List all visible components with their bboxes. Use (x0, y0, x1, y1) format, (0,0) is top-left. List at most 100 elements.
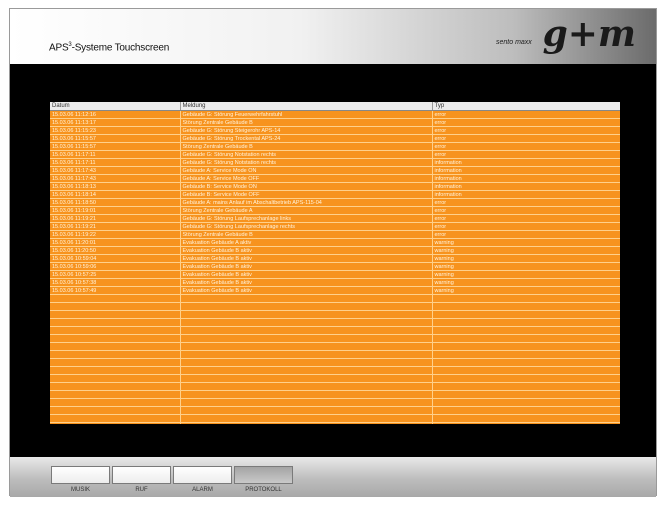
empty-cell (180, 366, 433, 375)
table-row[interactable]: 15.03.06 11:17:43 Gebäude A: Service Mode… (50, 174, 620, 183)
app-title-main: APS (49, 42, 69, 54)
cell-typ: warning (432, 246, 620, 255)
cell-datum: 15.03.06 11:19:21 (50, 214, 181, 223)
cell-datum: 15.03.06 11:18:14 (50, 190, 181, 199)
cell-datum: 15.03.06 11:17:11 (50, 158, 181, 167)
ruf-label: RUF (135, 487, 148, 493)
table-row-empty (50, 294, 620, 303)
cell-meldung: Gebäude A: Service Mode ON (180, 166, 433, 175)
footer-nav: MUSIK RUF ALARM PROTOKOLL (10, 457, 656, 497)
empty-cell (180, 390, 433, 399)
cell-datum: 15.03.06 11:20:01 (50, 238, 181, 247)
app-title: APS3-Systeme Touchscreen (49, 42, 169, 53)
empty-cell (432, 302, 620, 311)
protokoll-label: PROTOKOLL (245, 487, 282, 493)
table-row[interactable]: 15.03.06 11:19:01 Störung Zentrale Gebäud… (50, 206, 620, 215)
empty-cell (50, 342, 181, 351)
cell-datum: 15.03.06 11:19:21 (50, 222, 181, 231)
table-row[interactable]: 15.03.06 11:17:43 Gebäude A: Service Mode… (50, 166, 620, 175)
musik-button[interactable] (51, 466, 110, 484)
empty-cell (180, 382, 433, 391)
table-header-row: Datum Meldung Typ (50, 102, 620, 111)
alarm-button[interactable] (173, 466, 232, 484)
cell-datum: 15.03.06 11:18:50 (50, 198, 181, 207)
table-row[interactable]: 15.03.06 11:15:23 Gebäude G: Störung Stei… (50, 126, 620, 135)
protocol-table[interactable]: Datum Meldung Typ 15.03.06 11:12:16 Gebäu… (50, 102, 620, 424)
table-row[interactable]: 15.03.06 11:15:57 Störung Zentrale Gebäud… (50, 142, 620, 151)
table-row-empty (50, 334, 620, 343)
empty-cell (432, 366, 620, 375)
empty-cell (50, 374, 181, 383)
column-header-meldung[interactable]: Meldung (180, 102, 433, 111)
table-row-empty (50, 414, 620, 423)
empty-cell (50, 294, 181, 303)
empty-cell (50, 390, 181, 399)
table-row-empty (50, 350, 620, 359)
table-row-empty (50, 302, 620, 311)
cell-typ: warning (432, 238, 620, 247)
empty-cell (50, 406, 181, 415)
table-row[interactable]: 15.03.06 10:57:38 Evakuation Gebäude B ak… (50, 278, 620, 287)
empty-cell (432, 350, 620, 359)
table-row[interactable]: 15.03.06 11:17:11 Gebäude G: Störung Nots… (50, 158, 620, 167)
table-row[interactable]: 15.03.06 11:15:57 Gebäude G: Störung Troc… (50, 134, 620, 143)
table-row[interactable]: 15.03.06 10:59:04 Evakuation Gebäude B ak… (50, 254, 620, 263)
cell-datum: 15.03.06 11:20:50 (50, 246, 181, 255)
app-title-rest: -Systeme Touchscreen (71, 42, 170, 54)
protokoll-button[interactable] (234, 466, 293, 484)
header-bar: APS3-Systeme Touchscreen sento maxx g+m (10, 9, 656, 64)
cell-meldung: Evakuation Gebäude B aktiv (180, 262, 433, 271)
table-row[interactable]: 15.03.06 11:18:14 Gebäude B: Service Mode… (50, 190, 620, 199)
table-row[interactable]: 15.03.06 11:18:50 Gebäude A: mains Anlauf… (50, 198, 620, 207)
cell-typ: warning (432, 262, 620, 271)
empty-cell (180, 374, 433, 383)
table-row[interactable]: 15.03.06 10:57:25 Evakuation Gebäude B ak… (50, 270, 620, 279)
cell-datum: 15.03.06 10:57:49 (50, 286, 181, 295)
cell-meldung: Gebäude G: Störung Notstation rechts (180, 158, 433, 167)
table-row[interactable]: 15.03.06 11:18:13 Gebäude B: Service Mode… (50, 182, 620, 191)
cell-meldung: Gebäude G: Störung Laufsprechanlage rech… (180, 222, 433, 231)
table-body: 15.03.06 11:12:16 Gebäude G: Störung Feue… (50, 110, 620, 424)
cell-meldung: Störung Zentrale Gebäude B (180, 118, 433, 127)
empty-cell (180, 342, 433, 351)
cell-meldung: Störung Zentrale Gebäude B (180, 142, 433, 151)
cell-meldung: Gebäude G: Störung Laufsprechanlage link… (180, 214, 433, 223)
cell-meldung: Gebäude A: mains Anlauf im Abschaltbetri… (180, 198, 433, 207)
empty-cell (180, 422, 433, 424)
table-row[interactable]: 15.03.06 11:19:22 Störung Zentrale Gebäud… (50, 230, 620, 239)
cell-datum: 15.03.06 11:17:11 (50, 150, 181, 159)
alarm-label: ALARM (192, 487, 213, 493)
cell-datum: 15.03.06 10:57:38 (50, 278, 181, 287)
empty-cell (180, 414, 433, 423)
table-row[interactable]: 15.03.06 10:57:49 Evakuation Gebäude B ak… (50, 286, 620, 295)
empty-cell (432, 318, 620, 327)
table-row[interactable]: 15.03.06 11:20:50 Evakuation Gebäude B ak… (50, 246, 620, 255)
column-header-typ[interactable]: Typ (432, 102, 620, 111)
table-row-empty (50, 326, 620, 335)
table-row[interactable]: 15.03.06 10:59:06 Evakuation Gebäude B ak… (50, 262, 620, 271)
brand-tagline: sento maxx (496, 39, 532, 46)
cell-datum: 15.03.06 11:15:57 (50, 142, 181, 151)
empty-cell (180, 318, 433, 327)
table-row[interactable]: 15.03.06 11:13:17 Störung Zentrale Gebäud… (50, 118, 620, 127)
table-row[interactable]: 15.03.06 11:19:21 Gebäude G: Störung Lauf… (50, 222, 620, 231)
empty-cell (50, 398, 181, 407)
cell-datum: 15.03.06 11:19:01 (50, 206, 181, 215)
table-row[interactable]: 15.03.06 11:12:16 Gebäude G: Störung Feue… (50, 110, 620, 119)
cell-meldung: Gebäude A: Service Mode OFF (180, 174, 433, 183)
table-row[interactable]: 15.03.06 11:19:21 Gebäude G: Störung Lauf… (50, 214, 620, 223)
ruf-button[interactable] (112, 466, 171, 484)
cell-datum: 15.03.06 11:17:43 (50, 174, 181, 183)
cell-meldung: Evakuation Gebäude A aktiv (180, 238, 433, 247)
table-row[interactable]: 15.03.06 11:20:01 Evakuation Gebäude A ak… (50, 238, 620, 247)
cell-typ: error (432, 230, 620, 239)
cell-typ: warning (432, 270, 620, 279)
table-row[interactable]: 15.03.06 11:17:11 Gebäude G: Störung Nots… (50, 150, 620, 159)
touchscreen-frame: APS3-Systeme Touchscreen sento maxx g+m … (9, 8, 657, 497)
table-row-empty (50, 422, 620, 424)
empty-cell (432, 406, 620, 415)
table-row-empty (50, 310, 620, 319)
empty-cell (180, 358, 433, 367)
empty-cell (180, 350, 433, 359)
column-header-datum[interactable]: Datum (50, 102, 181, 111)
